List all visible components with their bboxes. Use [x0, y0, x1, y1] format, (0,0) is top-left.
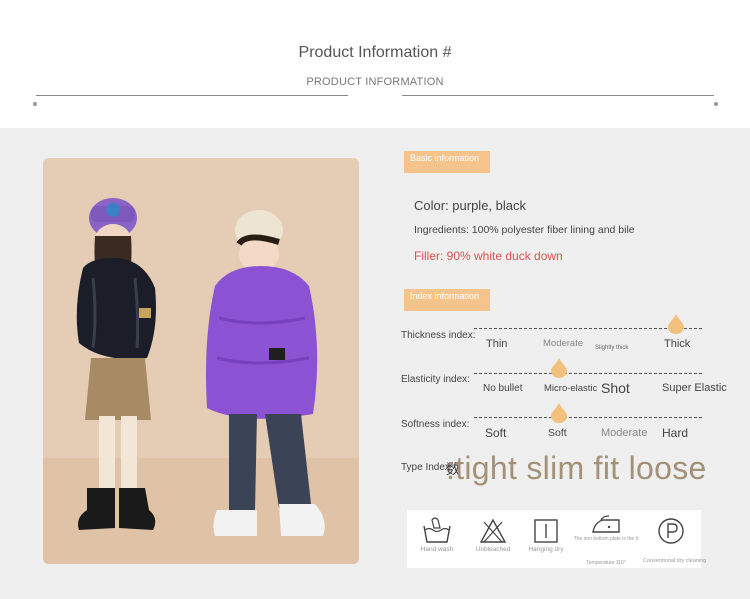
divider-left [36, 95, 348, 96]
care-item-dry-clean: Conventional dry cleaning [643, 516, 707, 564]
no-bleach-icon [479, 518, 507, 543]
kids-in-down-jackets-illustration [43, 158, 359, 564]
divider-dot-left [33, 102, 37, 106]
thickness-option-thin: Thin [486, 338, 508, 350]
page-title: Product Information # [298, 44, 452, 61]
thickness-option-moderate: Moderate [543, 338, 584, 349]
softness-label: Softness index: [401, 419, 470, 430]
care-item-hang-dry: Hanging dry [524, 516, 568, 553]
softness-scale-line [474, 417, 702, 418]
dry-clean-icon [658, 518, 684, 544]
filler-text: Filler: 90% white duck down [414, 249, 563, 263]
care-item-unbleached: Unbleached [473, 516, 513, 553]
care-label-unbleached: Unbleached [475, 546, 511, 553]
elasticity-label: Elasticity index: [401, 374, 470, 385]
elasticity-scale-line [474, 373, 702, 374]
care-label-handwash: Hand wash [420, 546, 454, 553]
type-options: :tight slim fit loose [446, 450, 707, 486]
care-item-iron: The iron bottom plate is the h Temperatu… [571, 514, 641, 566]
elasticity-option-super-elastic: Super Elastic [662, 382, 727, 394]
softness-option-moderate: Moderate [601, 427, 648, 439]
thickness-option-thick: Thick [664, 338, 691, 350]
hang-dry-icon [534, 519, 558, 543]
iron-icon [592, 515, 620, 533]
handwash-icon [423, 517, 451, 543]
elasticity-option-micro-elastic: Micro-elastic [544, 383, 598, 394]
divider-dot-right [714, 102, 718, 106]
type-label: Type Index: [401, 462, 453, 473]
care-label-hang-dry: Hanging dry [528, 546, 564, 553]
thickness-option-slightly-thick: Slightly thick [595, 345, 629, 351]
elasticity-option-no-bullet: No bullet [483, 383, 523, 394]
softness-option-soft-2: Soft [548, 427, 567, 439]
thickness-label: Thickness index: [401, 330, 476, 341]
thickness-marker-icon [668, 314, 684, 334]
softness-option-soft-1: Soft [485, 426, 507, 440]
ingredients-text: Ingredients: 100% polyester fiber lining… [414, 224, 635, 236]
basic-info-tag: Basic information [404, 151, 490, 173]
page-subtitle: PRODUCT INFORMATION [306, 76, 444, 88]
care-item-handwash: Hand wash [415, 516, 459, 553]
care-label-iron: The iron bottom plate is the h [573, 536, 639, 542]
care-instructions: Hand wash Unbleached Hanging dry The iro… [407, 510, 707, 568]
elasticity-marker-icon [551, 358, 567, 378]
color-text: Color: purple, black [414, 198, 526, 213]
elasticity-option-shot: Shot [601, 380, 630, 396]
softness-option-hard: Hard [662, 426, 689, 440]
index-info-tag: Index information [404, 289, 490, 311]
softness-marker-icon [551, 403, 567, 423]
divider-right [402, 95, 714, 96]
header: Product Information # PRODUCT INFORMATIO… [0, 0, 750, 128]
care-label-iron-temp: Temperature 110° [586, 560, 626, 566]
product-photo [43, 158, 359, 564]
care-label-dry-clean: Conventional dry cleaning [643, 558, 707, 564]
